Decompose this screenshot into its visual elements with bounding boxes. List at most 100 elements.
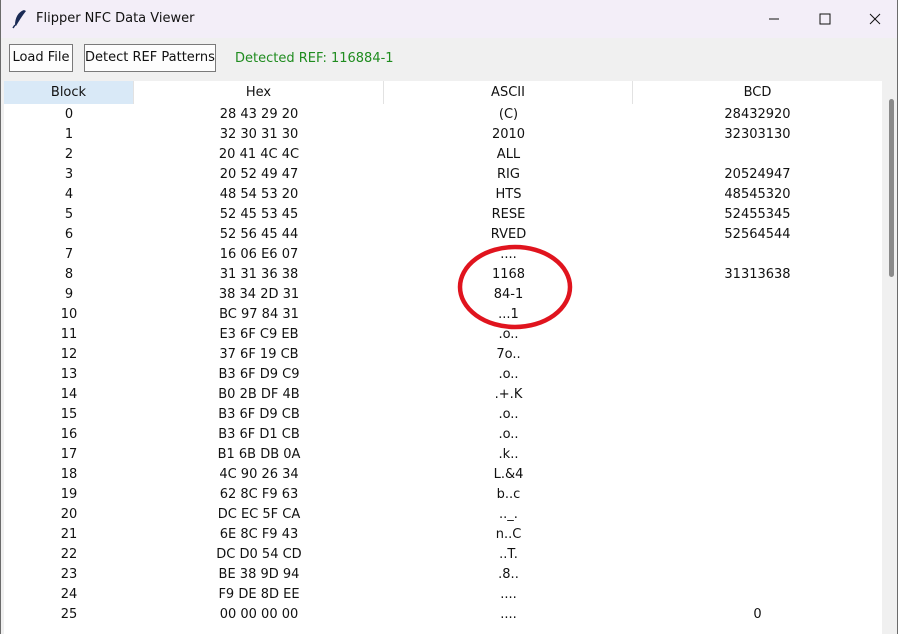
cell-block: 0 [64, 107, 74, 122]
table-row[interactable]: 7 16 06 E6 07.... [4, 245, 882, 265]
cell-ascii: .8.. [498, 567, 519, 582]
column-header-ascii[interactable]: ASCII [384, 81, 633, 104]
cell-block: 16 [60, 427, 78, 442]
cell-block: 24 [60, 587, 78, 602]
cell-block: 8 [64, 267, 74, 282]
cell-hex: 16 06 E6 07 [219, 247, 299, 262]
table-row[interactable]: 21 6E 8C F9 43 n..C [4, 525, 882, 545]
table-row[interactable]: 0 28 43 29 20 (C) 28432920 [4, 105, 882, 125]
cell-block: 17 [60, 447, 78, 462]
cell-ascii: (C) [498, 107, 519, 122]
table-row[interactable]: 10 BC 97 84 31 ...1 [4, 305, 882, 325]
cell-ascii: b..c [496, 487, 521, 502]
cell-hex: 6E 8C F9 43 [219, 527, 299, 542]
table-row[interactable]: 15 B3 6F D9 CB .o.. [4, 405, 882, 425]
table-row[interactable]: 9 38 34 2D 31 84-1 [4, 285, 882, 305]
cell-bcd [633, 465, 882, 485]
cell-block: 19 [60, 487, 78, 502]
cell-hex: 37 6F 19 CB [219, 347, 299, 362]
scrollbar-thumb[interactable] [889, 99, 894, 277]
title-bar[interactable]: Flipper NFC Data Viewer [1, 0, 897, 38]
cell-hex: 20 52 49 47 [219, 167, 299, 182]
cell-block: 2 [64, 147, 74, 162]
table-row[interactable]: 17 B1 6B DB 0A .k.. [4, 445, 882, 465]
table-row[interactable]: 19 62 8C F9 63 b..c [4, 485, 882, 505]
cell-bcd [633, 245, 882, 265]
cell-ascii: .o.. [498, 407, 519, 422]
cell-hex: 38 34 2D 31 [218, 287, 300, 302]
cell-ascii: ..T. [499, 547, 518, 562]
cell-bcd [633, 405, 882, 425]
vertical-scrollbar[interactable] [885, 81, 897, 634]
table-row[interactable]: 22 DC D0 54 CD ..T. [4, 545, 882, 565]
column-header-block[interactable]: Block [4, 81, 134, 104]
cell-ascii: .._. [499, 507, 518, 522]
table-row[interactable]: 8 31 31 36 38 1168 31313638 [4, 265, 882, 285]
cell-hex: 28 43 29 20 [219, 107, 299, 122]
cell-bcd [633, 285, 882, 305]
cell-ascii: n..C [495, 527, 522, 542]
cell-hex: 62 8C F9 63 [219, 487, 299, 502]
detect-ref-patterns-button[interactable]: Detect REF Patterns [84, 44, 216, 72]
cell-block: 9 [64, 287, 74, 302]
table-row[interactable]: 3 20 52 49 47 RIG 20524947 [4, 165, 882, 185]
cell-ascii: .... [500, 587, 517, 602]
data-table: Block Hex ASCII BCD 0 28 43 29 20 (C) 28432… [4, 81, 882, 634]
table-row[interactable]: 20 DC EC 5F CA .._. [4, 505, 882, 525]
cell-ascii: ALL [496, 147, 521, 162]
cell-block: 11 [60, 327, 78, 342]
cell-block: 22 [60, 547, 78, 562]
cell-hex: BE 38 9D 94 [218, 567, 300, 582]
cell-bcd [633, 425, 882, 445]
column-header-bcd[interactable]: BCD [633, 81, 882, 104]
table-header: Block Hex ASCII BCD [4, 81, 882, 104]
table-row[interactable]: 14 B0 2B DF 4B .+.K [4, 385, 882, 405]
table-row[interactable]: 5 52 45 53 45 RESE 52455345 [4, 205, 882, 225]
table-row[interactable]: 1 32 30 31 30 2010 32303130 [4, 125, 882, 145]
feather-icon [12, 10, 26, 29]
cell-hex: 52 45 53 45 [219, 207, 299, 222]
table-row[interactable]: 6 52 56 45 44 RVED 52564544 [4, 225, 882, 245]
table-row[interactable]: 24 F9 DE 8D EE.... [4, 585, 882, 605]
cell-hex: 00 00 00 00 [219, 607, 299, 622]
cell-hex: DC D0 54 CD [216, 547, 302, 562]
close-icon [869, 13, 881, 25]
close-button[interactable] [852, 0, 897, 38]
cell-bcd: 52564544 [724, 227, 791, 242]
cell-hex: E3 6F C9 EB [219, 327, 299, 342]
table-row[interactable]: 16 B3 6F D1 CB .o.. [4, 425, 882, 445]
maximize-button[interactable] [802, 0, 848, 38]
cell-bcd: 28432920 [724, 107, 791, 122]
cell-block: 1 [64, 127, 74, 142]
cell-hex: B0 2B DF 4B [218, 387, 300, 402]
table-row[interactable]: 13 B3 6F D9 C9 .o.. [4, 365, 882, 385]
cell-block: 13 [60, 367, 78, 382]
cell-bcd [633, 565, 882, 585]
load-file-button[interactable]: Load File [9, 44, 73, 72]
cell-hex: B3 6F D9 CB [218, 407, 300, 422]
cell-ascii: RESE [491, 207, 526, 222]
table-row[interactable]: 12 37 6F 19 CB 7o.. [4, 345, 882, 365]
detected-ref-label: Detected REF: 116884-1 [235, 51, 394, 66]
window-title: Flipper NFC Data Viewer [36, 11, 195, 26]
cell-ascii: 2010 [491, 127, 526, 142]
cell-ascii: RIG [497, 167, 520, 182]
cell-hex: 4C 90 26 34 [219, 467, 299, 482]
table-row[interactable]: 23 BE 38 9D 94 .8.. [4, 565, 882, 585]
table-row[interactable]: 18 4C 90 26 34 L.&4 [4, 465, 882, 485]
cell-block: 7 [64, 247, 74, 262]
cell-hex: 20 41 4C 4C [218, 147, 300, 162]
column-header-hex[interactable]: Hex [134, 81, 384, 104]
minimize-button[interactable] [751, 0, 797, 38]
table-row[interactable]: 2 20 41 4C 4C ALL [4, 145, 882, 165]
cell-ascii: .... [500, 607, 517, 622]
table-row[interactable]: 11 E3 6F C9 EB .o.. [4, 325, 882, 345]
cell-hex: DC EC 5F CA [217, 507, 301, 522]
cell-ascii: L.&4 [493, 467, 524, 482]
table-row[interactable]: 4 48 54 53 20 HTS 48545320 [4, 185, 882, 205]
table-row[interactable]: 25 00 00 00 00.... 0 [4, 605, 882, 625]
cell-hex: 48 54 53 20 [219, 187, 299, 202]
cell-bcd [633, 545, 882, 565]
cell-ascii: HTS [495, 187, 522, 202]
cell-bcd [633, 525, 882, 545]
